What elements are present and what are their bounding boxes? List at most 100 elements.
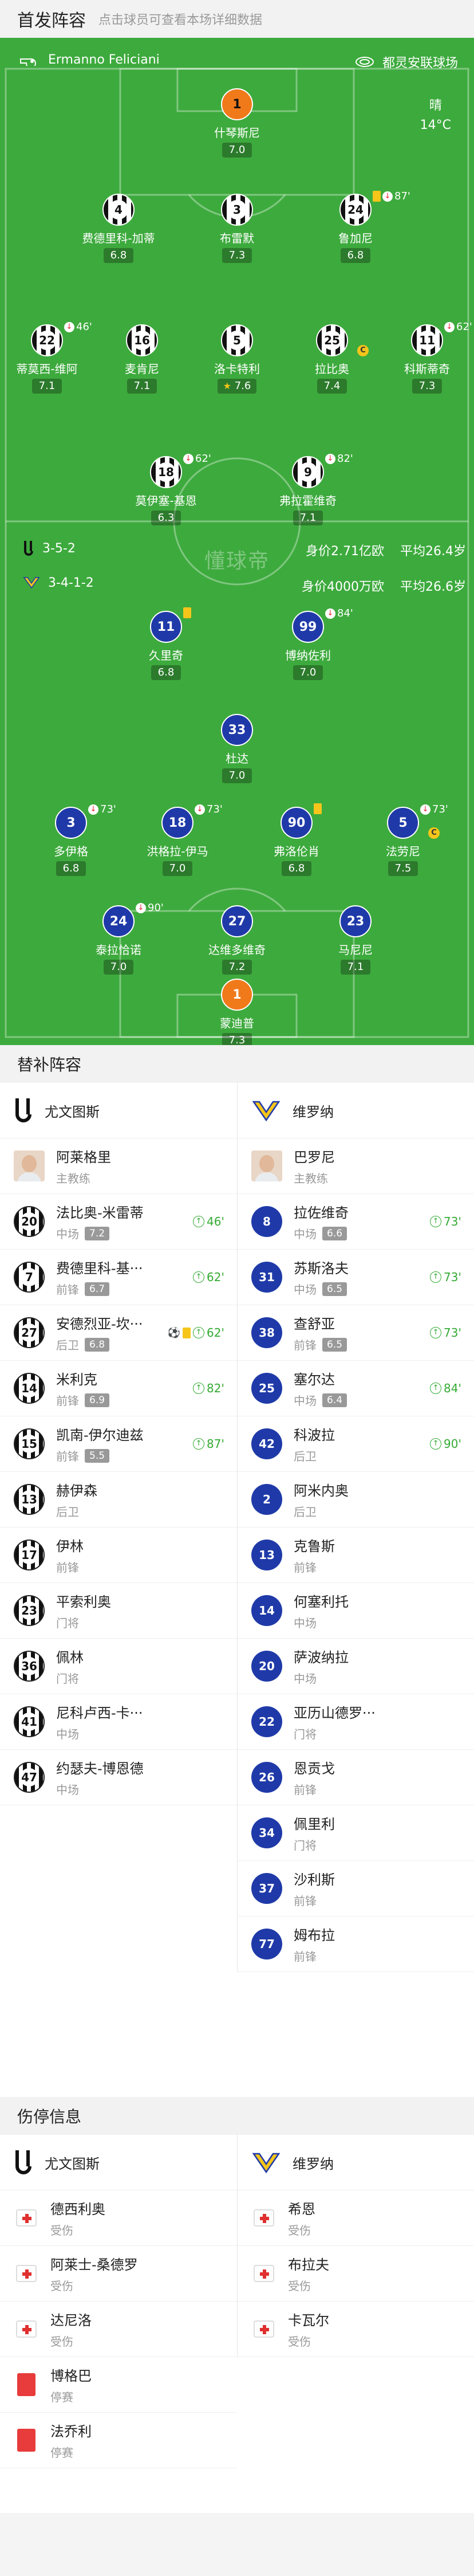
venue-name: 都灵安联球场 xyxy=(382,56,458,70)
sub-player-name: 萨波纳拉 xyxy=(294,1650,349,1666)
sub-player-row[interactable]: 36 佩林 门将 xyxy=(0,1639,237,1694)
yellow-card-icon xyxy=(314,803,322,814)
player-away-gk[interactable]: 1 蒙迪普 7.3 xyxy=(180,979,294,1045)
sub-out-badge: ↓ 73' xyxy=(420,803,448,815)
sub-player-meta: 前锋 xyxy=(294,1947,335,1964)
sub-player-row[interactable]: 26 恩贡戈 前锋 xyxy=(238,1750,474,1805)
sub-player-position: 门将 xyxy=(294,1727,317,1741)
injury-row[interactable]: 希恩 受伤 xyxy=(238,2190,474,2246)
lineup-header: 首发阵容 点击球员可查看本场详细数据 xyxy=(0,0,474,38)
sub-player-position: 前锋 xyxy=(294,1338,317,1352)
sub-in-icon: ↑ xyxy=(430,1383,442,1394)
sub-player-row[interactable]: 20 法比奥-米雷蒂 中场 7.2 ↑ 46' xyxy=(0,1194,237,1250)
shirt-icon: 1 xyxy=(221,979,253,1011)
player-away[interactable]: 24 ↓ 90' 泰拉恰诺 7.0 xyxy=(61,902,176,975)
player-home[interactable]: 3 布雷默 7.3 xyxy=(180,194,294,263)
sub-in-minute: ⚽ ↑ 62' xyxy=(167,1326,224,1340)
sub-player-row[interactable]: 13 赫伊森 后卫 xyxy=(0,1472,237,1527)
shirt-number-icon: 14 xyxy=(14,1373,45,1404)
sub-player-row[interactable]: 7 费德里科-基··· 前锋 6.7 ↑ 62' xyxy=(0,1250,237,1305)
sub-player-rating: 6.5 xyxy=(322,1282,347,1296)
injury-row[interactable]: 布拉夫 受伤 xyxy=(238,2246,474,2302)
shirt-number-icon: 7 xyxy=(14,1262,45,1293)
sub-player-row[interactable]: 23 平索利奥 门将 xyxy=(0,1583,237,1639)
sub-in-icon: ↑ xyxy=(430,1438,442,1450)
shirt-icon: 5C xyxy=(387,807,440,839)
player-home-gk[interactable]: 1 什琴斯尼 7.0 xyxy=(180,88,294,158)
sub-player-row[interactable]: 77 姆布拉 前锋 xyxy=(238,1917,474,1972)
player-away[interactable]: 90 弗洛伦肖 6.8 xyxy=(239,803,354,876)
sub-player-meta: 中场 6.5 xyxy=(294,1281,349,1297)
injury-row[interactable]: 阿莱士-桑德罗 受伤 xyxy=(0,2246,237,2302)
player-away[interactable]: 23 马尼尼 7.1 xyxy=(298,905,413,975)
sub-player-row[interactable]: 37 沙利斯 前锋 xyxy=(238,1861,474,1917)
player-home[interactable]: 9 ↓ 82' 弗拉霍维奇 7.1 xyxy=(251,453,365,525)
sub-in-minute: ↑ 87' xyxy=(193,1437,224,1451)
sub-out-badge: ↓ 62' xyxy=(444,321,472,333)
player-away[interactable]: 99 ↓ 84' 博纳佐利 7.0 xyxy=(251,607,365,680)
verona-logo-icon xyxy=(23,577,40,589)
injured-player-name: 布拉夫 xyxy=(288,2257,329,2273)
sub-player-meta: 后卫 xyxy=(294,1447,335,1464)
sub-player-meta: 门将 xyxy=(56,1670,84,1686)
subs-section-title: 替补阵容 xyxy=(0,1045,474,1083)
subs-panel: 尤文图斯 阿莱格里 主教练 20 法比奥-米雷蒂 中场 7.2 ↑ 46' 7 费德里科-基·… xyxy=(0,1083,474,2097)
sub-player-name: 凯南-伊尔迪兹 xyxy=(56,1427,144,1443)
away-coach-row[interactable]: 巴罗尼 主教练 xyxy=(238,1138,474,1194)
sub-out-badge: ↓ 73' xyxy=(195,803,223,815)
player-away[interactable]: 18 ↓ 73' 洪格拉-伊马 7.0 xyxy=(120,803,235,876)
sub-player-row[interactable]: 34 佩里利 门将 xyxy=(238,1805,474,1861)
player-away[interactable]: 27 达维多维奇 7.2 xyxy=(180,905,294,975)
sub-in-icon: ↑ xyxy=(193,1216,205,1227)
sub-player-meta: 后卫 6.8 xyxy=(56,1336,143,1353)
sub-player-name: 佩里利 xyxy=(294,1816,335,1832)
player-away[interactable]: 33 杜达 7.0 xyxy=(180,714,294,783)
sub-player-position: 中场 xyxy=(56,1727,79,1741)
player-away[interactable]: 3 ↓ 73' 多伊格 6.8 xyxy=(14,803,128,876)
sub-player-row[interactable]: 42 科波拉 后卫 ↑ 90' xyxy=(238,1416,474,1472)
sub-player-row[interactable]: 15 凯南-伊尔迪兹 前锋 5.5 ↑ 87' xyxy=(0,1416,237,1472)
player-home[interactable]: 18 ↓ 62' 莫伊塞-基恩 6.3 xyxy=(109,453,223,525)
sub-player-row[interactable]: 41 尼科卢西-卡··· 中场 xyxy=(0,1694,237,1750)
player-away[interactable]: 5C ↓ 73' 法劳尼 7.5 xyxy=(346,803,460,876)
sub-player-position: 前锋 xyxy=(56,1394,79,1408)
injury-status: 受伤 xyxy=(288,2279,311,2293)
sub-player-position: 中场 xyxy=(294,1672,317,1686)
sub-player-row[interactable]: 27 安德烈亚-坎··· 后卫 6.8 ⚽ ↑ 62' xyxy=(0,1305,237,1361)
sub-player-meta: 前锋 xyxy=(294,1558,335,1575)
home-coach-row[interactable]: 阿莱格里 主教练 xyxy=(0,1138,237,1194)
shirt-number-icon: 22 xyxy=(251,1706,282,1737)
sub-player-row[interactable]: 38 查舒亚 前锋 6.5 ↑ 73' xyxy=(238,1305,474,1361)
sub-out-badge: ↓ 90' xyxy=(136,902,164,914)
sub-player-row[interactable]: 2 阿米内奥 后卫 xyxy=(238,1472,474,1527)
player-home[interactable]: 11 ↓ 62' 科斯蒂奇 7.3 xyxy=(370,321,474,394)
juventus-logo-icon xyxy=(24,541,33,556)
injury-status: 受伤 xyxy=(50,2335,73,2349)
injury-row[interactable]: 卡瓦尔 受伤 xyxy=(238,2302,474,2357)
sub-player-row[interactable]: 20 萨波纳拉 中场 xyxy=(238,1639,474,1694)
sub-player-row[interactable]: 14 何塞利托 中场 xyxy=(238,1583,474,1639)
shirt-icon: 1 xyxy=(221,88,253,120)
injury-row[interactable]: 法乔利 停赛 xyxy=(0,2413,237,2468)
injury-row[interactable]: 达尼洛 受伤 xyxy=(0,2302,237,2357)
sub-player-meta: 中场 xyxy=(294,1670,349,1686)
sub-player-row[interactable]: 8 拉佐维奇 中场 6.6 ↑ 73' xyxy=(238,1194,474,1250)
injury-row[interactable]: 博格巴 停赛 xyxy=(0,2357,237,2413)
player-away[interactable]: 11 久里奇 6.8 xyxy=(109,607,223,680)
injury-row[interactable]: 德西利奥 受伤 xyxy=(0,2190,237,2246)
sub-player-row[interactable]: 17 伊林 前锋 xyxy=(0,1527,237,1583)
sub-player-position: 中场 xyxy=(294,1616,317,1630)
sub-player-row[interactable]: 25 塞尔达 中场 6.4 ↑ 84' xyxy=(238,1361,474,1416)
player-home[interactable]: 24 ↓ 87' 鲁加尼 6.8 xyxy=(298,190,413,263)
sub-player-row[interactable]: 22 亚历山德罗··· 门将 xyxy=(238,1694,474,1750)
captain-badge-icon: C xyxy=(357,345,369,356)
sub-player-row[interactable]: 31 苏斯洛夫 中场 6.5 ↑ 73' xyxy=(238,1250,474,1305)
player-home[interactable]: 4 费德里科-加蒂 6.8 xyxy=(61,194,176,263)
sub-player-row[interactable]: 14 米利克 前锋 6.9 ↑ 82' xyxy=(0,1361,237,1416)
sub-in-minute: ↑ 62' xyxy=(193,1270,224,1284)
shirt-number-icon: 77 xyxy=(251,1929,282,1960)
sub-out-icon: ↓ xyxy=(325,608,335,619)
shirt-icon: 27 xyxy=(221,905,253,937)
sub-player-row[interactable]: 47 约瑟夫-博恩德 中场 xyxy=(0,1750,237,1805)
sub-player-row[interactable]: 13 克鲁斯 前锋 xyxy=(238,1527,474,1583)
